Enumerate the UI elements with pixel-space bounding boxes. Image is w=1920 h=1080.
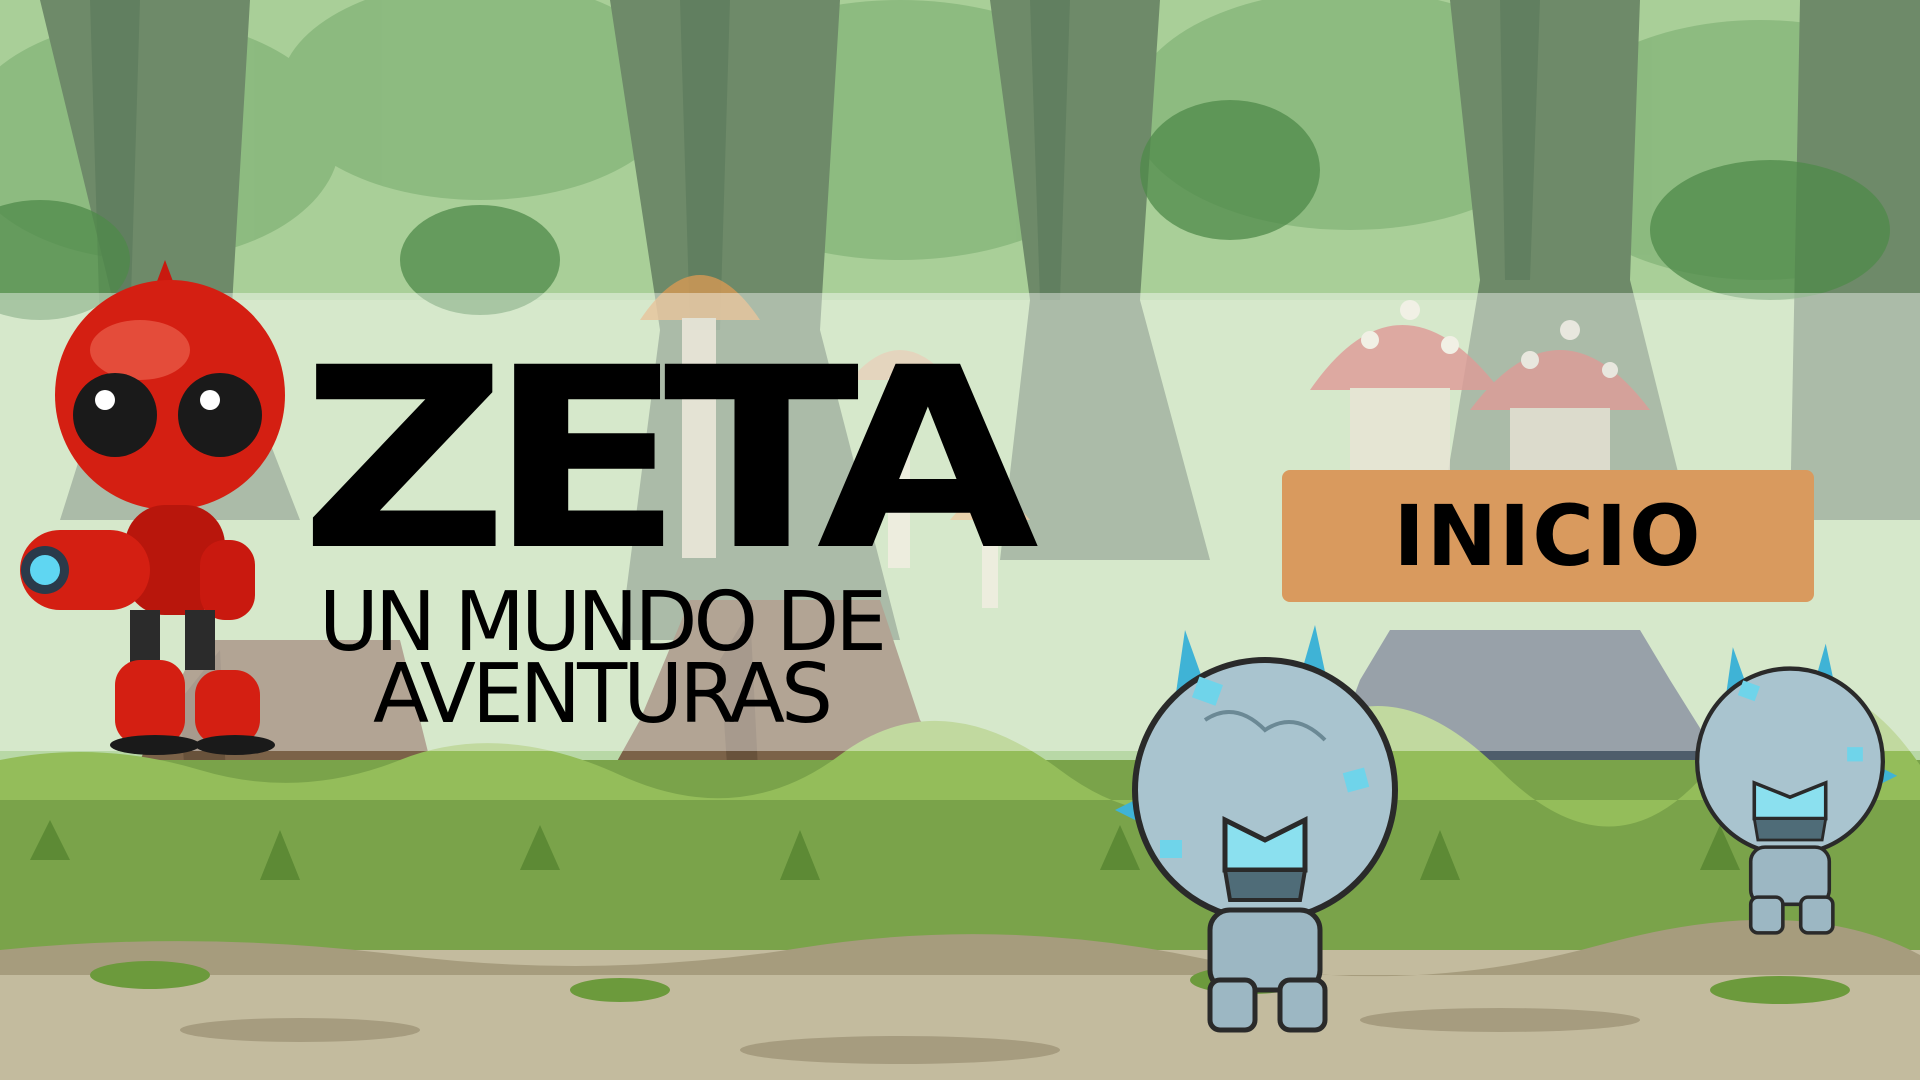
game-title-block: ZETA UN MUNDO DE AVENTURAS bbox=[300, 335, 1039, 742]
start-button[interactable]: INICIO bbox=[1282, 470, 1814, 602]
red-robot-icon bbox=[20, 260, 285, 755]
ice-monster-icon bbox=[1695, 643, 1898, 935]
subtitle-line-2: AVENTURAS bbox=[373, 647, 833, 742]
game-title: ZETA bbox=[300, 314, 1039, 605]
game-subtitle: UN MUNDO DE AVENTURAS bbox=[306, 582, 896, 742]
ice-monster-icon bbox=[1115, 625, 1398, 1033]
